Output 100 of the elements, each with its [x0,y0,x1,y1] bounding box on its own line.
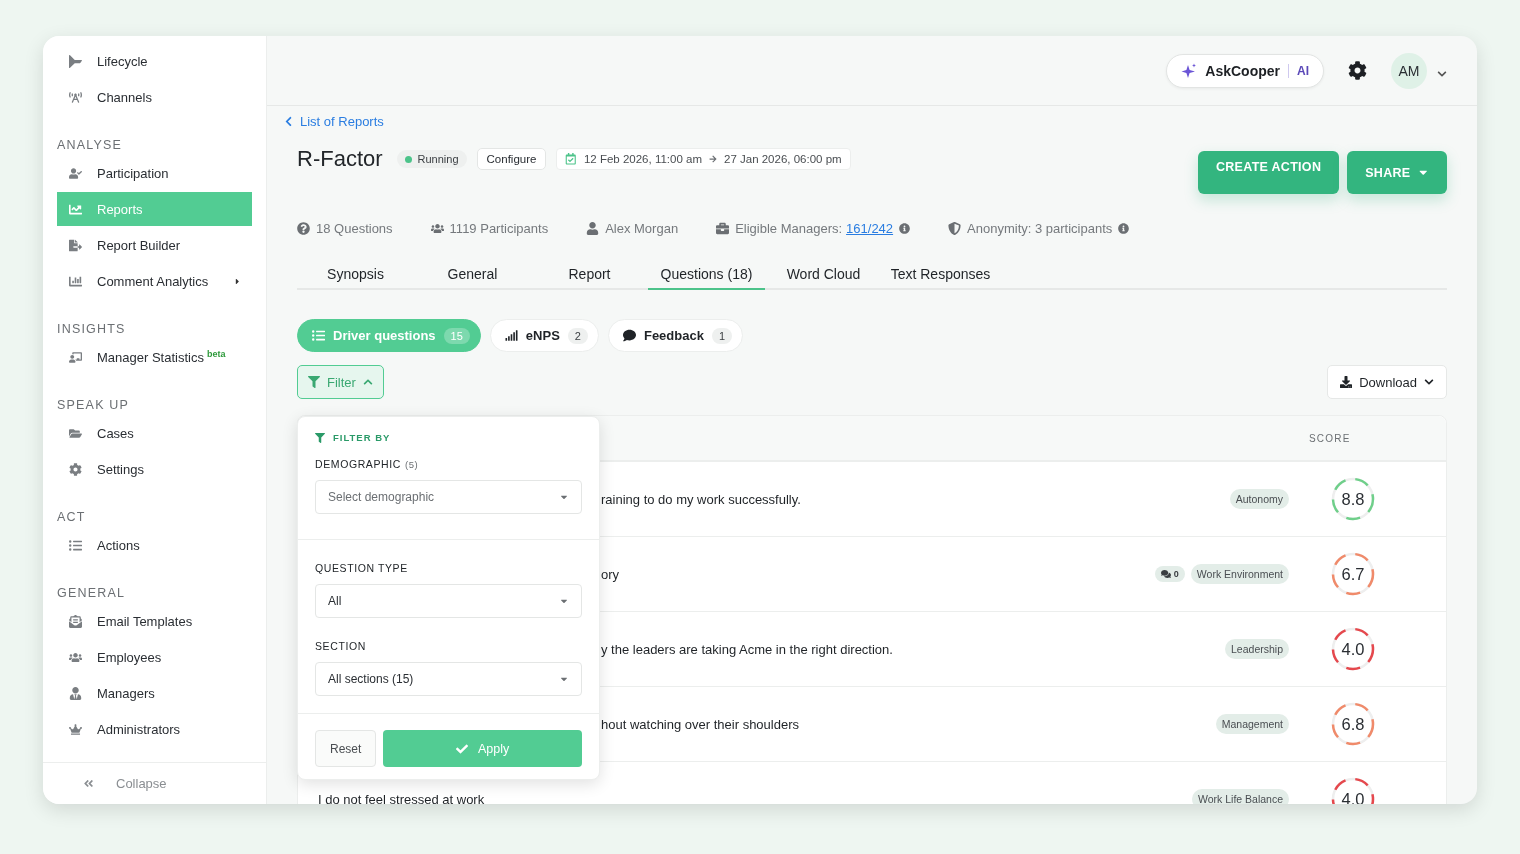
info-icon[interactable] [899,223,911,234]
sidebar-item[interactable]: Manager Statistics $^{beta}$ [57,340,252,374]
person-icon [586,222,600,235]
sidebar-item[interactable]: Settings [57,452,252,486]
person-icon [67,686,83,700]
download-button[interactable]: Download [1327,365,1447,399]
sidebar-item[interactable]: Actions [57,528,252,562]
reset-button[interactable]: Reset [315,730,377,767]
arrow-right-icon [709,155,717,163]
sidebar-item[interactable]: Employees [57,640,252,674]
user-check-icon [67,166,83,180]
field-label: QUESTION TYPE [315,562,409,574]
meta-text: Eligible Managers: [735,221,843,236]
info-icon[interactable] [1118,223,1130,234]
category-tag: Work Life Balance [1192,789,1289,804]
line-chart-icon [67,202,83,216]
check-icon [456,742,469,755]
select-field[interactable]: All [315,584,582,618]
category-tag: Leadership [1225,639,1289,659]
score-ring: 8.8 [1331,477,1375,521]
tab[interactable]: General [414,266,531,290]
envelope-icon [67,614,83,628]
speech-bubble-icon [622,329,636,342]
tab[interactable]: Report [531,266,648,290]
sidebar-item[interactable]: Lifecycle [57,44,252,78]
meta-text: 1119 Participants [449,221,549,236]
question-text: y the leaders are taking Acme in the right direction. [601,641,893,657]
score-ring: 4.0 [1331,627,1375,671]
section-heading: GENERAL [57,585,127,602]
score-ring: 4.0 [1331,777,1375,804]
settings-icon[interactable] [1348,61,1367,80]
question-text: I do not feel stressed at work [318,791,485,804]
sidebar-item[interactable]: Comment Analytics [57,264,252,298]
panel-title: FILTER BY [333,432,391,443]
configure-button[interactable]: Configure [476,148,547,170]
sidebar-item[interactable]: Cases [57,416,252,450]
select-field[interactable]: All sections (15) [315,662,582,696]
comment-count: 0 [1154,566,1185,582]
category-tag: Management [1215,714,1289,734]
managers-link[interactable]: 161/242 [846,221,894,236]
score-ring: 6.7 [1331,552,1375,596]
field-label: DEMOGRAPHIC (5) [315,458,420,470]
shield-icon [948,222,962,235]
section-heading: ACT [57,509,87,526]
chevron-left-icon [283,116,294,127]
sidebar-item[interactable]: Administrators [57,712,252,746]
tab[interactable]: Word Cloud [765,266,882,290]
question-group-pill[interactable]: eNPS 2 [489,319,599,352]
category-tag: Autonomy [1229,489,1289,509]
double-chevron-icon [83,778,94,789]
tab[interactable]: Synopsis [297,266,414,290]
tab[interactable]: Text Responses [882,266,999,290]
date-range: 12 Feb 2026, 11:00 am 27 Jan 2026, 06:00 pm [556,148,851,170]
section-heading: ANALYSE [57,137,124,154]
section-heading: INSIGHTS [57,321,127,338]
assistant-button[interactable]: AskCooper AI [1166,53,1324,88]
sidebar-item[interactable]: Report Builder [57,228,252,262]
chevron-up-icon [362,377,373,387]
people-icon [430,222,444,235]
people-icon [67,650,83,664]
question-text: raining to do my work successfully. [601,491,801,507]
signal-icon [504,329,518,342]
question-text: hout watching over their shoulders [601,716,799,732]
briefcase-icon [716,222,730,235]
category-tag: Work Environment [1190,564,1289,584]
tab[interactable]: Questions (18) [648,266,765,290]
meta-text: Anonymity: 3 participants [967,221,1113,236]
chevron-down-icon[interactable] [1437,68,1447,79]
calendar-icon [565,153,577,165]
sparkle-icon [1181,62,1198,79]
meta-text: Alex Morgan [605,221,679,236]
folder-icon [67,426,83,440]
list-icon [67,538,83,552]
antenna-icon [67,90,83,104]
filter-icon [308,376,320,388]
comments-icon [1160,569,1171,579]
meta-text: 18 Questions [316,221,393,236]
report-title: R-Factor [297,146,383,172]
column-header: SCORE [1309,432,1352,444]
file-export-icon [67,238,83,252]
presenter-icon [67,350,83,364]
funnel-icon [67,54,83,68]
field-label: SECTION [315,640,367,652]
question-icon [297,222,310,235]
list-icon [312,329,325,342]
select-field[interactable]: Select demographic [315,480,582,514]
question-text: ory [601,566,620,582]
score-ring: 6.8 [1331,702,1375,746]
sidebar-item[interactable]: Email Templates [57,604,252,638]
back-link[interactable]: List of Reports [283,114,384,129]
sidebar-item[interactable]: Channels [57,80,252,114]
filter-icon [315,432,325,443]
bar-chart-icon [67,274,83,288]
sidebar-item[interactable]: Participation [57,156,252,190]
question-group-pill[interactable]: Feedback 1 [607,319,744,352]
download-icon [1340,376,1353,388]
sidebar-item[interactable]: Managers [57,676,252,710]
settings-icon [67,462,83,476]
avatar[interactable]: AM [1391,52,1427,89]
section-heading: SPEAK UP [57,397,131,414]
